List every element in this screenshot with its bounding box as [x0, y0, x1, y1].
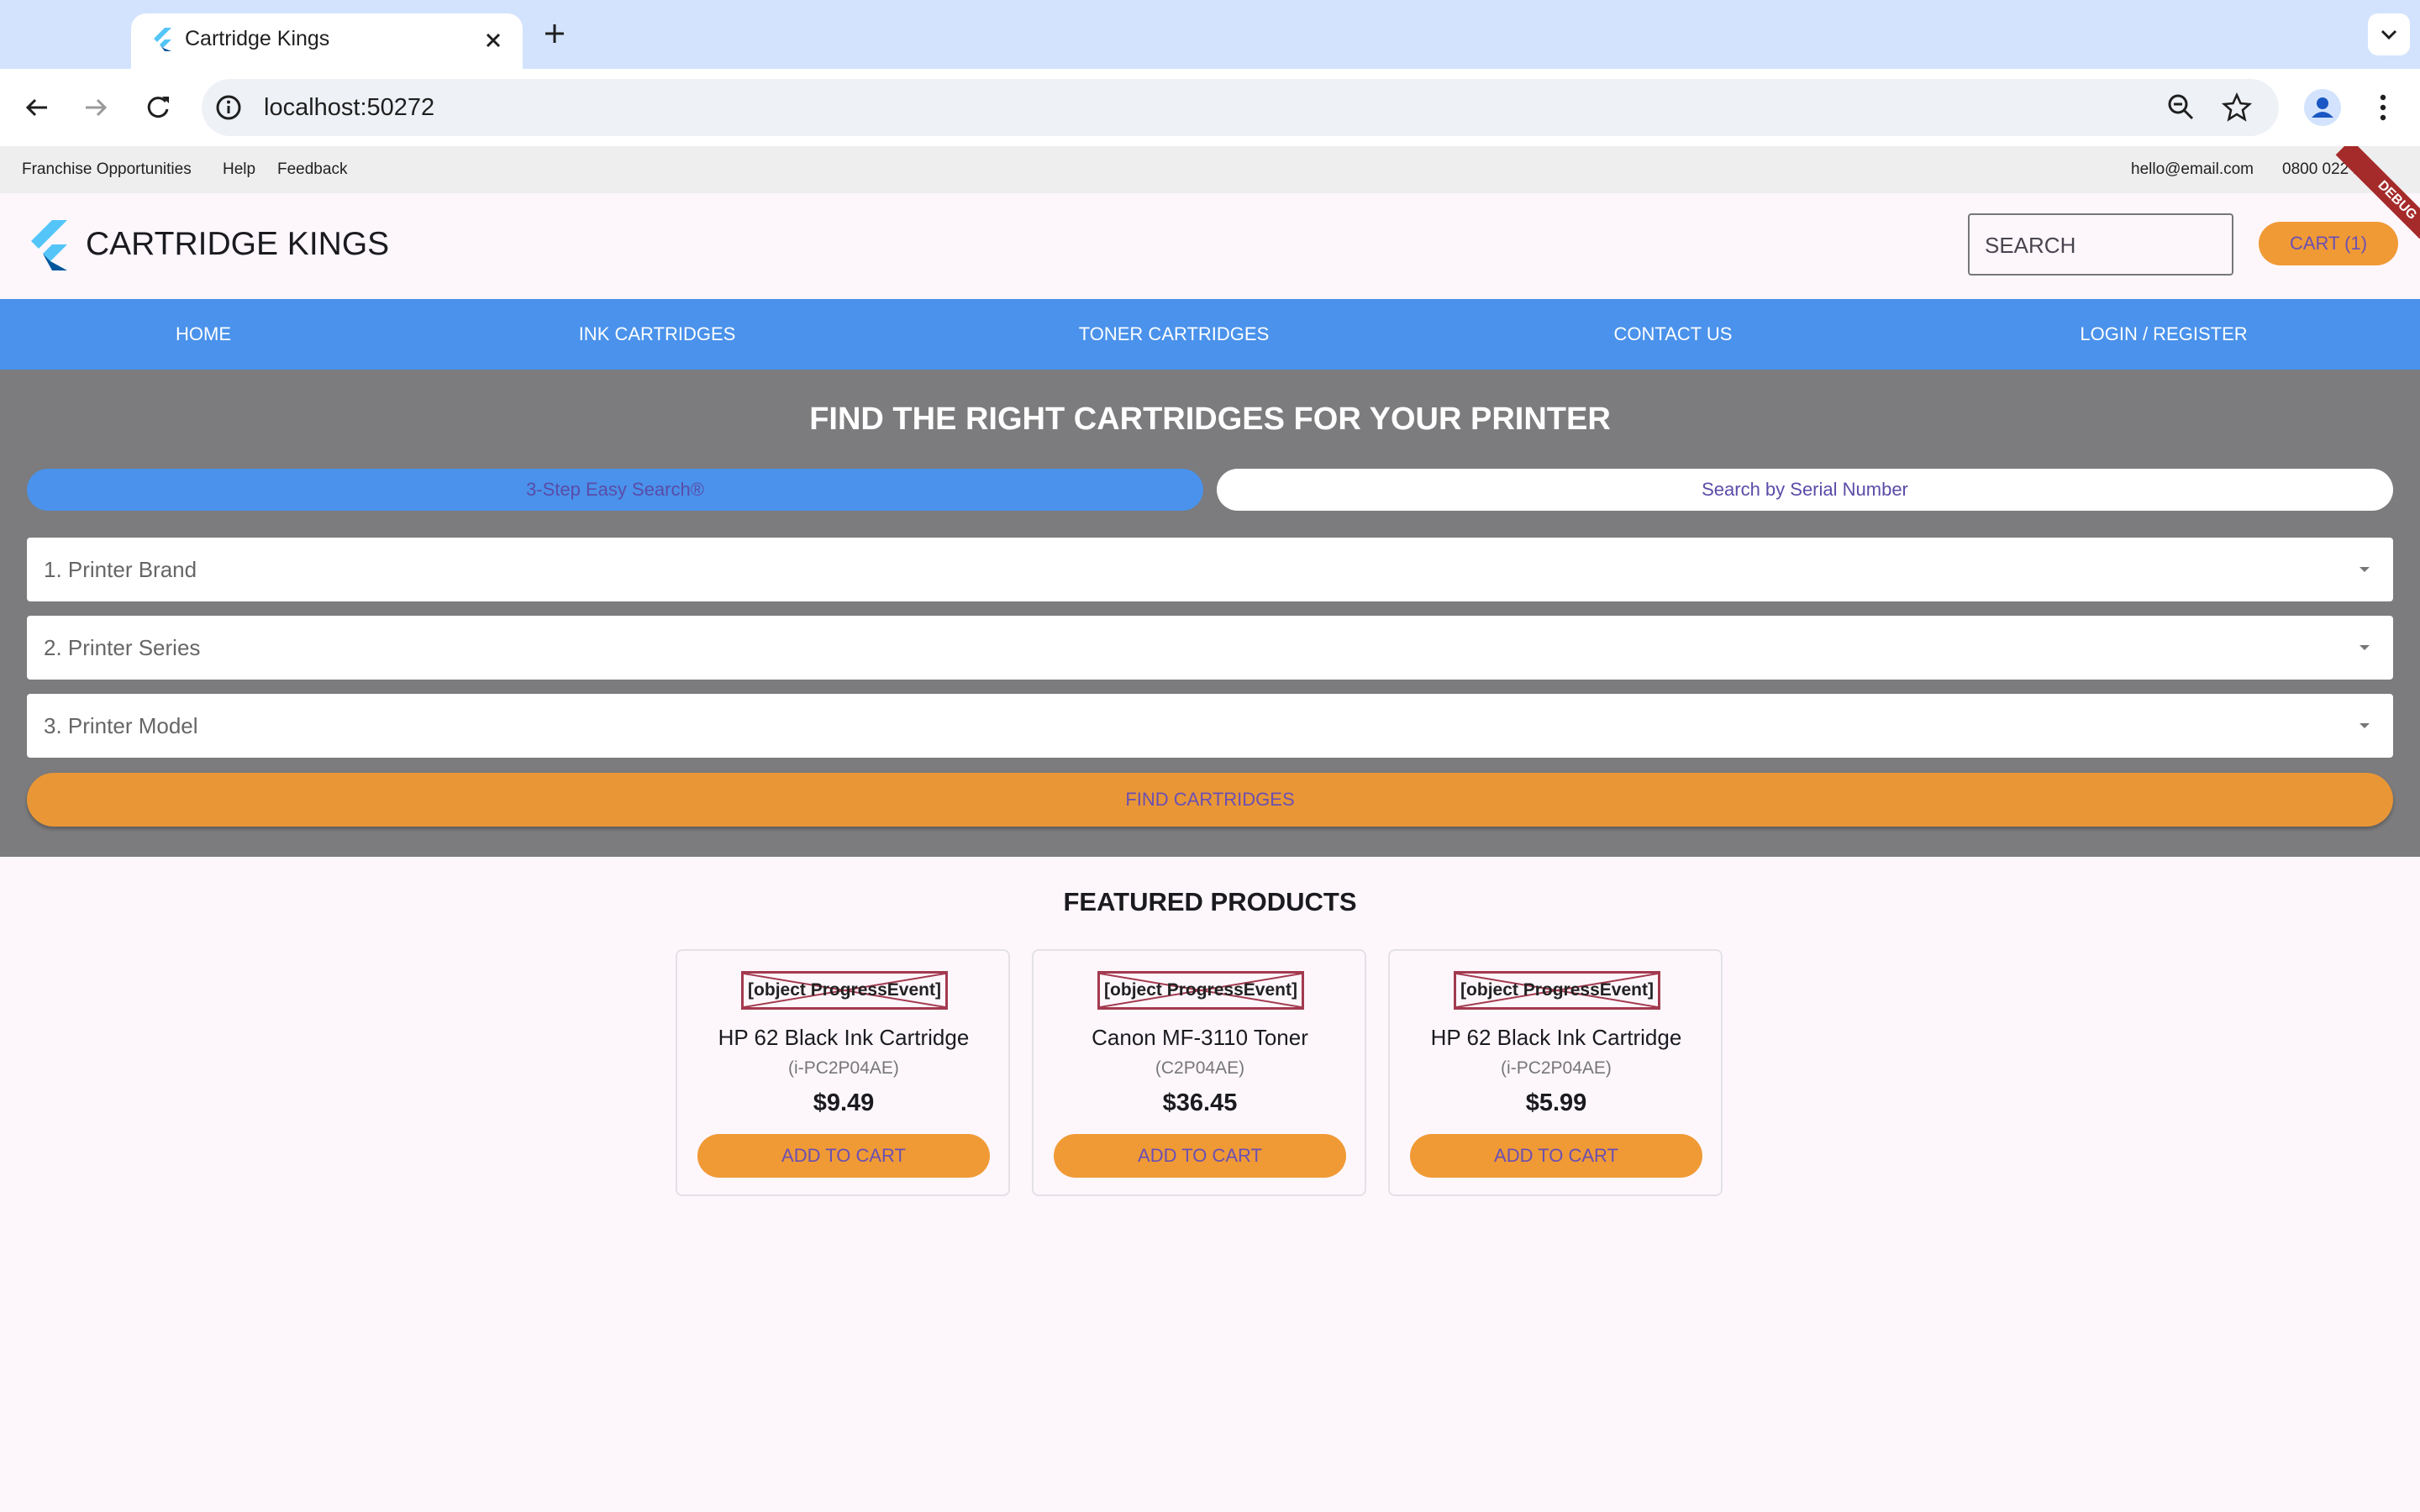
dropdown-label: 1. Printer Brand [44, 557, 197, 582]
cartridge-finder: FIND THE RIGHT CARTRIDGES FOR YOUR PRINT… [0, 370, 2420, 857]
printer-brand-dropdown[interactable]: 1. Printer Brand [27, 538, 2393, 601]
image-alt-text: [object ProgressEvent] [748, 980, 941, 1000]
product-card[interactable]: [object ProgressEvent] Canon MF-3110 Ton… [1032, 949, 1366, 1196]
back-icon[interactable] [18, 89, 55, 126]
star-icon[interactable] [2220, 91, 2254, 124]
chevron-down-icon [2381, 29, 2397, 40]
forward-icon[interactable] [77, 89, 114, 126]
tab-easy-search[interactable]: 3-Step Easy Search® [27, 469, 1203, 511]
product-sku: (i-PC2P04AE) [1501, 1058, 1612, 1078]
address-bar[interactable]: localhost:50272 [202, 79, 2279, 136]
zoom-icon[interactable] [2165, 91, 2198, 124]
search-placeholder: SEARCH [1985, 233, 2076, 258]
printer-series-dropdown[interactable]: 2. Printer Series [27, 616, 2393, 680]
nav-contact-us[interactable]: CONTACT US [1614, 299, 1733, 370]
link-franchise[interactable]: Franchise Opportunities [22, 160, 192, 180]
nav-home[interactable]: HOME [176, 299, 231, 370]
add-to-cart-button[interactable]: ADD TO CART [697, 1134, 990, 1178]
nav-ink-cartridges[interactable]: INK CARTRIDGES [579, 299, 736, 370]
product-name: HP 62 Black Ink Cartridge [1430, 1025, 1682, 1050]
dropdown-label: 3. Printer Model [44, 713, 198, 738]
link-help[interactable]: Help [223, 160, 255, 180]
flutter-logo-icon[interactable] [27, 218, 71, 272]
browser-tab[interactable]: Cartridge Kings [131, 13, 523, 69]
printer-model-dropdown[interactable]: 3. Printer Model [27, 694, 2393, 758]
browser-tabstrip: Cartridge Kings [0, 0, 2420, 69]
site-header: CARTRIDGE KINGS SEARCH CART (1) [0, 193, 2420, 299]
debug-banner-label: DEBUG [2335, 146, 2420, 239]
caret-down-icon [2360, 567, 2370, 572]
featured-title: FEATURED PRODUCTS [1063, 887, 1357, 916]
product-price: $5.99 [1525, 1089, 1587, 1116]
page: Franchise Opportunities Help Feedback he… [0, 146, 2420, 1512]
browser-toolbar: localhost:50272 [0, 69, 2420, 146]
image-alt-text: [object ProgressEvent] [1104, 980, 1297, 1000]
product-name: Canon MF-3110 Toner [1092, 1025, 1308, 1050]
utility-bar: Franchise Opportunities Help Feedback he… [0, 146, 2420, 193]
caret-down-icon [2360, 645, 2370, 650]
plus-icon[interactable] [538, 17, 571, 50]
brand-name[interactable]: CARTRIDGE KINGS [86, 223, 389, 265]
contact-email[interactable]: hello@email.com [2131, 160, 2254, 180]
search-input[interactable]: SEARCH [1968, 213, 2233, 276]
product-card[interactable]: [object ProgressEvent] HP 62 Black Ink C… [1388, 949, 1723, 1196]
product-price: $36.45 [1162, 1089, 1238, 1116]
product-sku: (i-PC2P04AE) [788, 1058, 899, 1078]
kebab-icon[interactable] [2368, 89, 2398, 126]
tab-serial-search[interactable]: Search by Serial Number [1217, 469, 2393, 511]
add-to-cart-button[interactable]: ADD TO CART [1410, 1134, 1702, 1178]
product-name: HP 62 Black Ink Cartridge [718, 1025, 970, 1050]
tab-title: Cartridge Kings [185, 27, 330, 50]
caret-down-icon [2360, 723, 2370, 728]
info-icon[interactable] [213, 92, 244, 123]
nav-login-register[interactable]: LOGIN / REGISTER [2080, 299, 2247, 370]
broken-image: [object ProgressEvent] [1454, 971, 1660, 1010]
link-feedback[interactable]: Feedback [277, 160, 347, 180]
url-text: localhost:50272 [264, 94, 435, 121]
product-sku: (C2P04AE) [1155, 1058, 1245, 1078]
debug-banner: DEBUG [2328, 146, 2420, 239]
tab-search-button[interactable] [2368, 13, 2410, 55]
image-alt-text: [object ProgressEvent] [1460, 980, 1654, 1000]
nav-toner-cartridges[interactable]: TONER CARTRIDGES [1079, 299, 1270, 370]
product-price: $9.49 [813, 1089, 875, 1116]
close-icon[interactable] [479, 26, 508, 55]
product-card[interactable]: [object ProgressEvent] HP 62 Black Ink C… [676, 949, 1010, 1196]
dropdown-label: 2. Printer Series [44, 635, 201, 660]
main-nav: HOME INK CARTRIDGES TONER CARTRIDGES CON… [0, 299, 2420, 370]
broken-image: [object ProgressEvent] [1097, 971, 1304, 1010]
add-to-cart-button[interactable]: ADD TO CART [1054, 1134, 1346, 1178]
reload-icon[interactable] [139, 89, 176, 126]
finder-title: FIND THE RIGHT CARTRIDGES FOR YOUR PRINT… [809, 402, 1611, 437]
flutter-logo-icon [154, 28, 171, 51]
profile-icon[interactable] [2302, 87, 2343, 128]
find-cartridges-button[interactable]: FIND CARTRIDGES [27, 773, 2393, 827]
broken-image: [object ProgressEvent] [741, 971, 948, 1010]
